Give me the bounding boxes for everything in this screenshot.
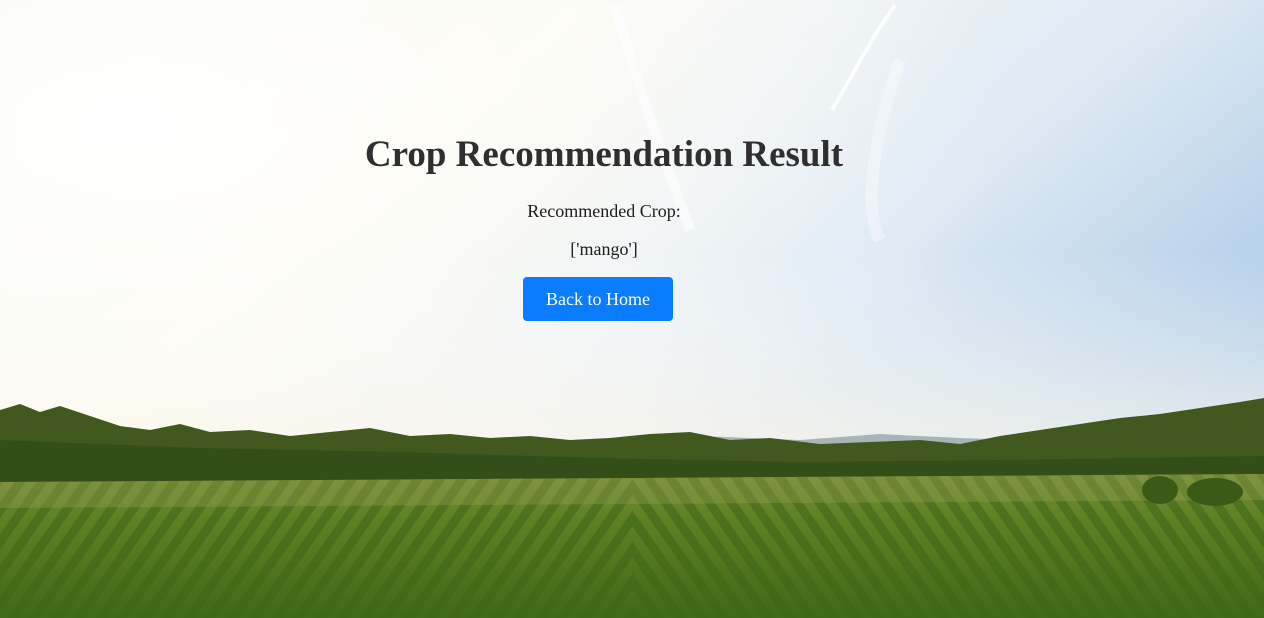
recommended-crop-label: Recommended Crop:	[527, 201, 681, 221]
recommended-crop-value: ['mango']	[570, 239, 638, 259]
page: Crop Recommendation Result Recommended C…	[0, 0, 1264, 618]
back-to-home-button[interactable]: Back to Home	[523, 277, 673, 321]
page-title: Crop Recommendation Result	[364, 134, 844, 175]
